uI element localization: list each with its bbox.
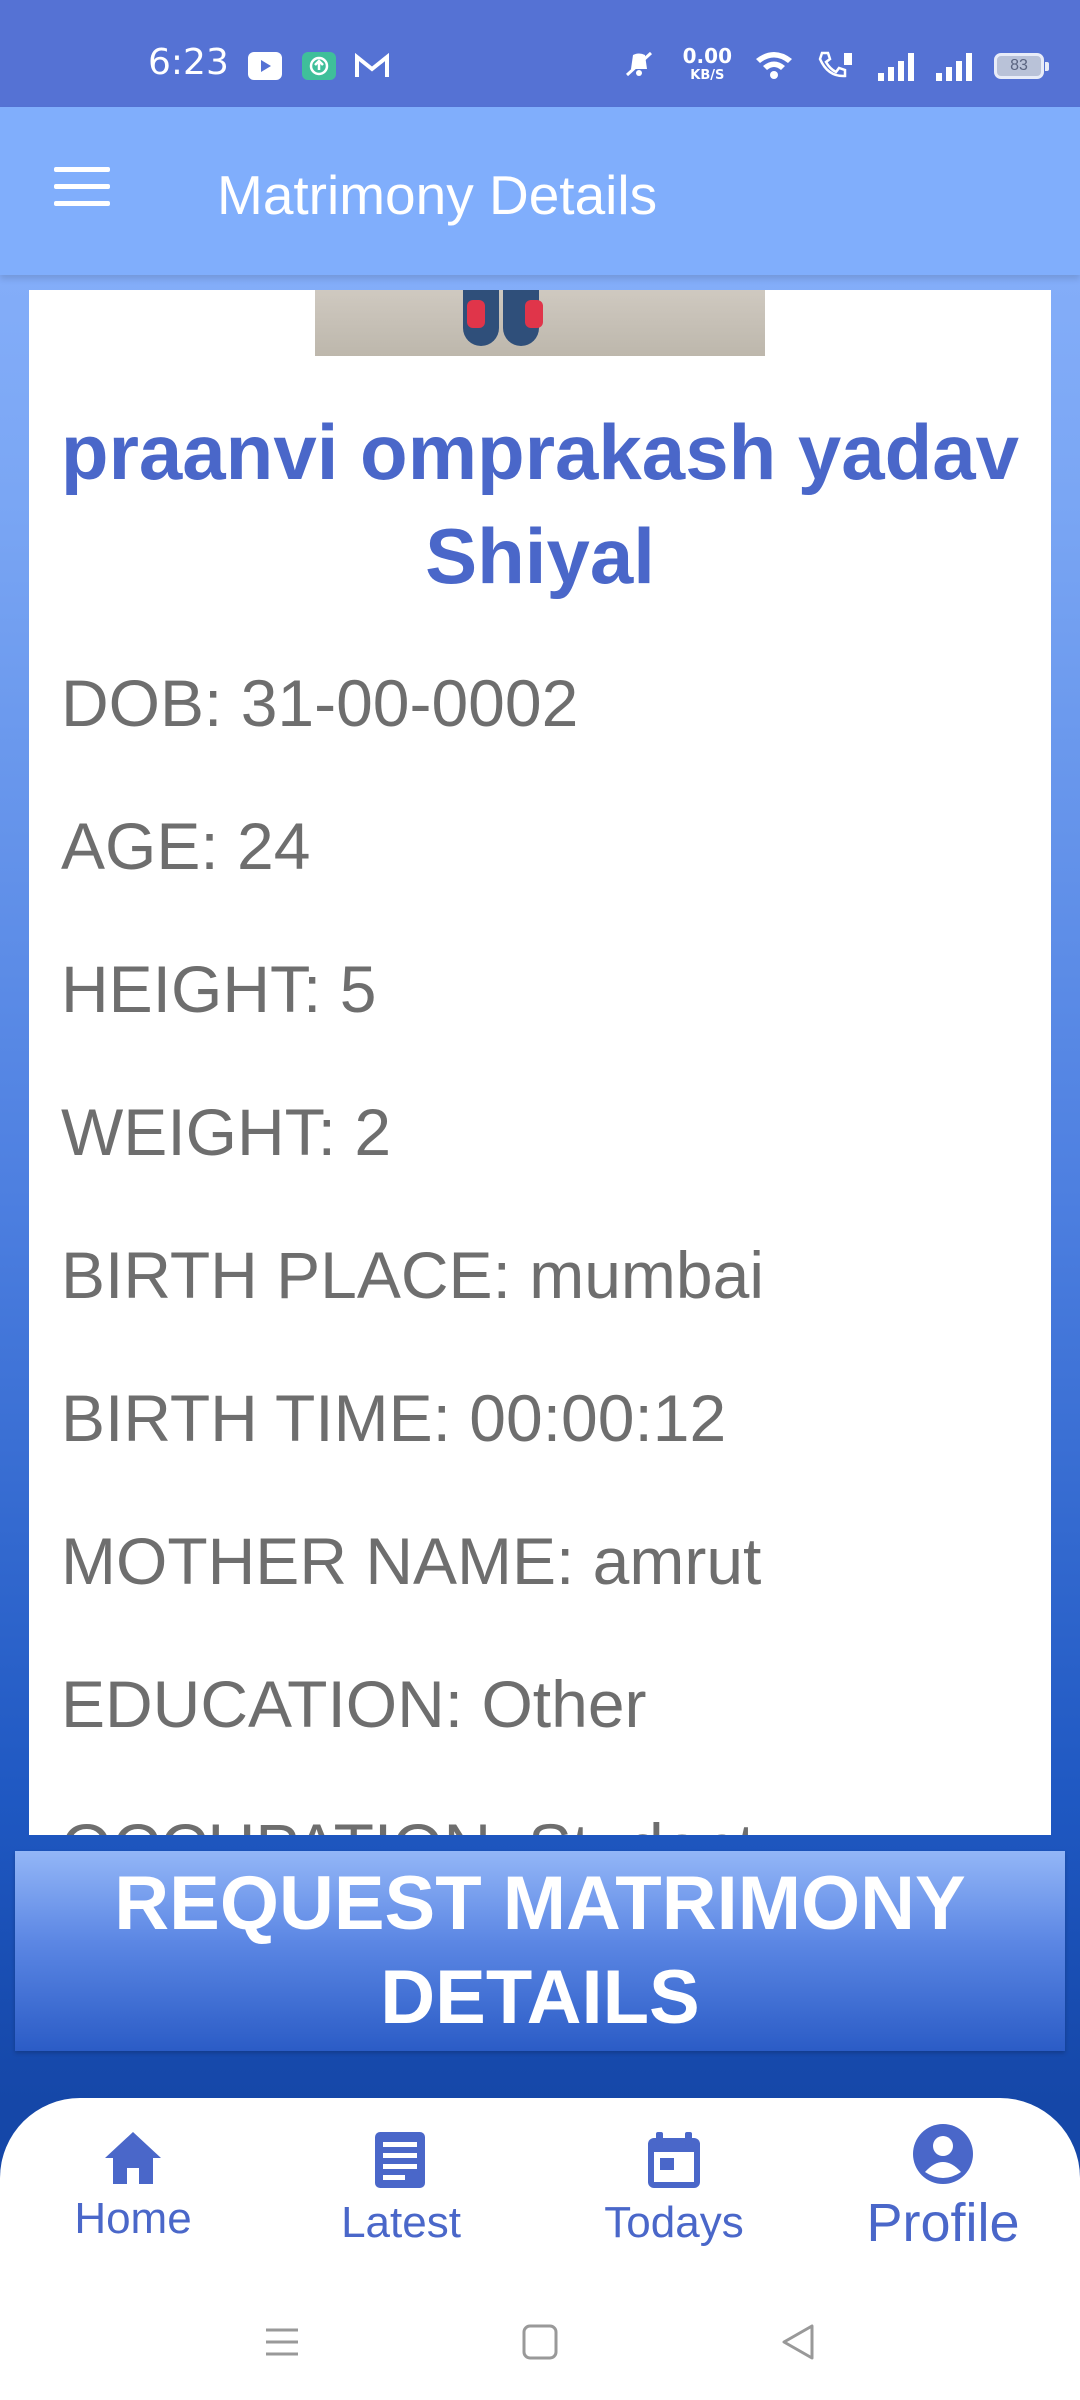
request-matrimony-details-button[interactable]: REQUEST MATRIMONY DETAILS — [15, 1851, 1065, 2051]
status-bar: 6:23 0.00 KB/S 83 — [0, 0, 1080, 107]
detail-dob: DOB: 31-00-0002 — [61, 666, 579, 740]
detail-birth-place: BIRTH PLACE: mumbai — [61, 1238, 764, 1312]
calendar-icon — [648, 2132, 700, 2188]
volte-call-icon — [816, 49, 856, 84]
profile-name: praanvi omprakash yadav Shiyal — [60, 408, 1020, 600]
home-icon — [105, 2132, 161, 2184]
news-icon — [375, 2132, 425, 2188]
detail-weight: WEIGHT: 2 — [61, 1095, 392, 1169]
nav-label-profile: Profile — [866, 2193, 1020, 2253]
detail-mother-name: MOTHER NAME: amrut — [61, 1524, 762, 1598]
net-speed-value: 0.00 — [682, 44, 732, 68]
hamburger-icon[interactable] — [54, 167, 114, 215]
nav-item-todays[interactable]: Todays — [594, 2128, 754, 2248]
detail-education: EDUCATION: Other — [61, 1667, 647, 1741]
battery-icon: 83 — [994, 53, 1049, 79]
wifi-icon — [754, 49, 794, 84]
network-speed: 0.00 KB/S — [683, 46, 732, 86]
mute-vibrate-icon — [617, 49, 661, 84]
nav-item-home[interactable]: Home — [58, 2128, 208, 2244]
signal-strength-icon-2 — [936, 51, 972, 81]
nav-label-home: Home — [74, 2194, 192, 2243]
system-navigation-bar — [0, 2288, 1080, 2400]
nav-item-profile[interactable]: Profile — [858, 2122, 1028, 2254]
gmail-icon — [354, 52, 389, 80]
back-icon[interactable] — [778, 2322, 818, 2362]
recent-apps-icon[interactable] — [262, 2322, 302, 2362]
profile-photo — [315, 290, 765, 356]
bottom-navigation: Home Latest Todays Profile — [0, 2098, 1080, 2288]
net-speed-unit: KB/S — [690, 68, 725, 83]
home-button-icon[interactable] — [520, 2322, 560, 2362]
detail-height: HEIGHT: 5 — [61, 952, 377, 1026]
app-bar: Matrimony Details — [0, 107, 1080, 275]
app-update-icon — [302, 52, 336, 80]
nav-label-todays: Todays — [604, 2198, 744, 2247]
detail-occupation: OCCUPATION: Student — [61, 1809, 755, 1835]
page-title: Matrimony Details — [217, 164, 658, 226]
detail-birth-time: BIRTH TIME: 00:00:12 — [61, 1381, 727, 1455]
nav-label-latest: Latest — [341, 2198, 461, 2247]
profile-card: praanvi omprakash yadav Shiyal DOB: 31-0… — [29, 290, 1051, 1835]
nav-item-latest[interactable]: Latest — [326, 2128, 476, 2248]
youtube-icon — [248, 52, 282, 80]
detail-age: AGE: 24 — [61, 809, 311, 883]
profile-icon — [913, 2124, 973, 2184]
status-time: 6:23 — [148, 42, 229, 83]
signal-strength-icon-1 — [878, 51, 914, 81]
